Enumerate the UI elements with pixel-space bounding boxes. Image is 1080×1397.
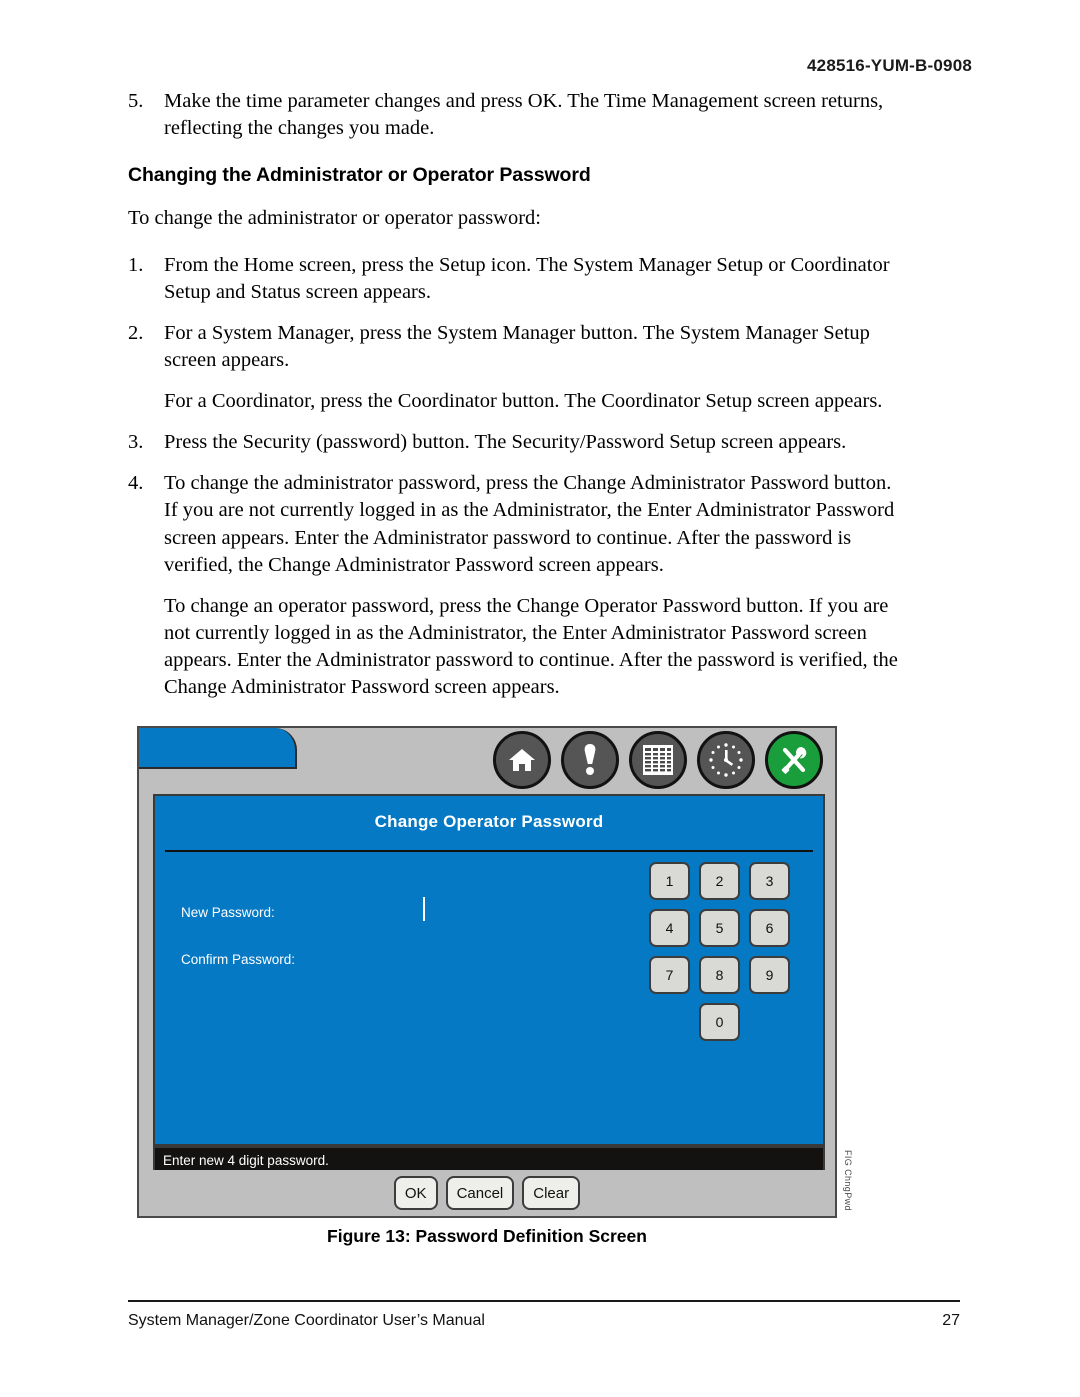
figure-side-code: FIG ChngPwd [843, 1150, 853, 1211]
panel-title: Change Operator Password [374, 812, 604, 831]
cancel-button[interactable]: Cancel [445, 1176, 515, 1210]
document-code-header: 428516-YUM-B-0908 [807, 56, 972, 75]
keypad-key-7[interactable]: 7 [649, 956, 690, 994]
list-item: 4. To change the administrator password,… [128, 470, 898, 578]
device-toolbar [139, 728, 835, 794]
table-icon[interactable] [629, 731, 687, 789]
list-item-number: 3. [128, 431, 144, 454]
page-footer: System Manager/Zone Coordinator User’s M… [128, 1312, 960, 1330]
ok-button[interactable]: OK [393, 1176, 438, 1210]
list-item: 2. For a System Manager, press the Syste… [128, 320, 898, 374]
text-cursor [423, 897, 425, 921]
figure-13: Change Operator Password New Password: C… [137, 726, 853, 1246]
keypad-key-0[interactable]: 0 [699, 1003, 740, 1041]
device-screenshot: Change Operator Password New Password: C… [137, 726, 837, 1218]
toolbar-icon-row [493, 731, 823, 789]
document-page: 428516-YUM-B-0908 5. Make the time param… [0, 0, 1080, 1397]
sub-paragraph: For a Coordinator, press the Coordinator… [164, 390, 883, 413]
footer-divider [128, 1300, 960, 1302]
section-heading: Changing the Administrator or Operator P… [128, 164, 591, 187]
list-item-text: Press the Security (password) button. Th… [164, 431, 847, 454]
list-item-number: 4. [128, 472, 144, 495]
figure-caption: Figure 13: Password Definition Screen [327, 1226, 647, 1246]
list-item-text: From the Home screen, press the Setup ic… [164, 254, 890, 304]
new-password-label: New Password: [181, 905, 275, 920]
keypad-key-9[interactable]: 9 [749, 956, 790, 994]
keypad-key-1[interactable]: 1 [649, 862, 690, 900]
keypad-key-5[interactable]: 5 [699, 909, 740, 947]
toolbar-tab[interactable] [139, 728, 297, 769]
list-item: 1. From the Home screen, press the Setup… [128, 252, 898, 306]
tools-icon[interactable] [765, 731, 823, 789]
keypad-key-8[interactable]: 8 [699, 956, 740, 994]
list-item: 3. Press the Security (password) button.… [128, 429, 898, 456]
clock-icon[interactable] [697, 731, 755, 789]
keypad-key-2[interactable]: 2 [699, 862, 740, 900]
list-item-number: 5. [128, 90, 144, 112]
keypad-key-4[interactable]: 4 [649, 909, 690, 947]
list-item-text: For a System Manager, press the System M… [164, 322, 870, 372]
list-item-number: 2. [128, 322, 144, 345]
status-message: Enter new 4 digit password. [163, 1152, 329, 1168]
intro-paragraph: To change the administrator or operator … [128, 207, 541, 230]
home-icon[interactable] [493, 731, 551, 789]
footer-manual-title: System Manager/Zone Coordinator User’s M… [128, 1312, 485, 1329]
keypad-key-6[interactable]: 6 [749, 909, 790, 947]
confirm-password-label: Confirm Password: [181, 952, 296, 967]
panel-divider [165, 850, 813, 852]
alarm-icon[interactable] [561, 731, 619, 789]
password-panel: Change Operator Password New Password: C… [153, 794, 825, 1146]
list-item-text: Make the time parameter changes and pres… [164, 90, 884, 140]
footer-page-number: 27 [942, 1312, 960, 1329]
list-item-number: 1. [128, 254, 144, 277]
sub-paragraph: To change an operator password, press th… [164, 594, 898, 698]
clear-button[interactable]: Clear [522, 1176, 581, 1210]
keypad-key-3[interactable]: 3 [749, 862, 790, 900]
list-item: 5. Make the time parameter changes and p… [128, 88, 898, 142]
button-bar: OK Cancel Clear [139, 1170, 835, 1216]
document-body: 5. Make the time parameter changes and p… [128, 88, 898, 715]
numeric-keypad: 1 2 3 4 5 6 7 8 9 0 [649, 862, 791, 1041]
list-item-text: To change the administrator password, pr… [164, 472, 895, 576]
